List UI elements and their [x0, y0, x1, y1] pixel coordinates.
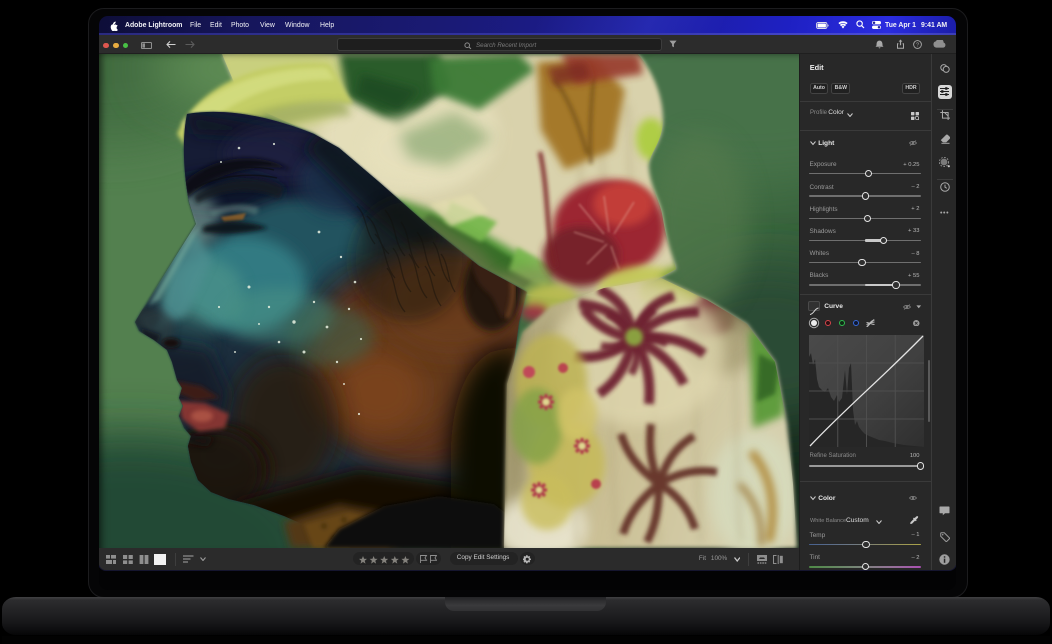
svg-text:?: ? [916, 42, 919, 48]
